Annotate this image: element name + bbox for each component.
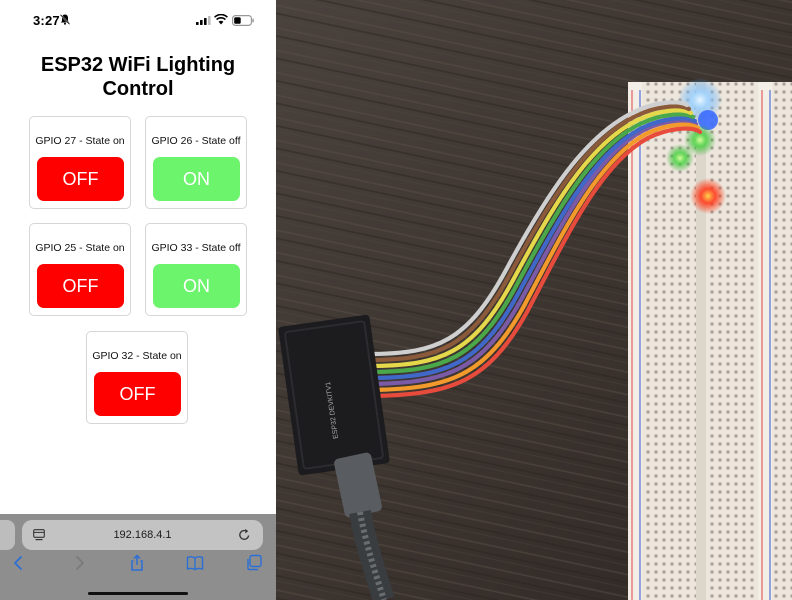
gpio-32-off-button[interactable]: OFF	[94, 372, 181, 416]
url-text: 192.168.4.1	[113, 529, 172, 541]
share-icon[interactable]	[128, 554, 146, 572]
gpio-33-state-label: GPIO 33 - State off	[151, 242, 241, 254]
gpio-27-off-button[interactable]: OFF	[37, 157, 124, 201]
gpio-25-state-label: GPIO 25 - State on	[35, 242, 125, 254]
gpio-26-card: GPIO 26 - State off ON	[145, 116, 247, 209]
status-bar: 3:27	[0, 0, 276, 40]
gpio-26-on-button[interactable]: ON	[153, 157, 240, 201]
page-title-line-2: Control	[102, 78, 174, 100]
back-icon[interactable]	[10, 554, 28, 572]
hardware-photo-illustration: ESP32 DEVKITV1	[276, 0, 792, 600]
gpio-33-card: GPIO 33 - State off ON	[145, 223, 247, 316]
cellular-signal-icon	[196, 16, 211, 25]
wifi-icon	[214, 14, 228, 25]
browser-toolbar: 192.168.4.1	[0, 514, 276, 600]
tabs-icon[interactable]	[245, 554, 263, 572]
gpio-27-card: GPIO 27 - State on OFF	[29, 116, 131, 209]
hardware-photo: ESP32 DEVKITV1	[276, 0, 792, 600]
bell-muted-icon	[60, 14, 70, 25]
previous-tab-preview[interactable]	[0, 520, 15, 550]
gpio-25-card: GPIO 25 - State on OFF	[29, 223, 131, 316]
gpio-25-off-button[interactable]: OFF	[37, 264, 124, 308]
battery-icon	[232, 15, 254, 26]
forward-icon[interactable]	[70, 554, 88, 572]
gpio-26-state-label: GPIO 26 - State off	[151, 135, 241, 147]
phone-screen: 3:27 ESP32 WiFi Lighting Control GPIO 27…	[0, 0, 276, 600]
status-time: 3:27	[33, 13, 60, 28]
bookmarks-icon[interactable]	[186, 554, 204, 572]
gpio-27-state-label: GPIO 27 - State on	[35, 135, 125, 147]
page-title-line-1: ESP32 WiFi Lighting	[40, 54, 236, 76]
reload-icon[interactable]	[238, 528, 251, 542]
gpio-32-card: GPIO 32 - State on OFF	[86, 331, 188, 424]
breadboard	[628, 82, 792, 600]
address-bar[interactable]: 192.168.4.1	[22, 520, 263, 550]
page-title: ESP32 WiFi Lighting Control	[0, 53, 276, 101]
home-indicator	[88, 592, 188, 595]
gpio-32-state-label: GPIO 32 - State on	[92, 350, 182, 362]
gpio-33-on-button[interactable]: ON	[153, 264, 240, 308]
